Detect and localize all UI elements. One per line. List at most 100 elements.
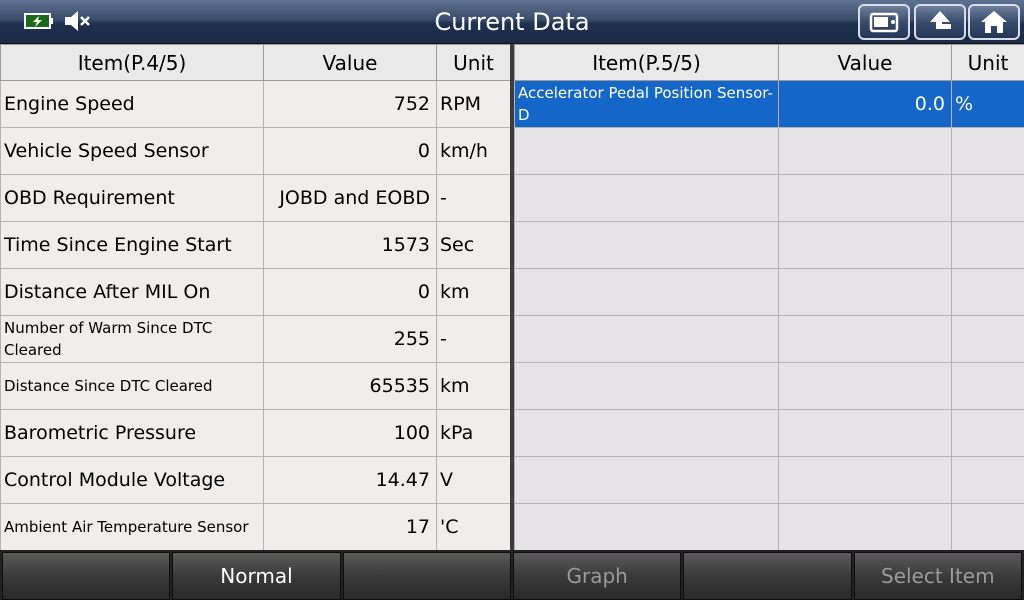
row-unit: - — [436, 315, 511, 363]
bottom-toolbar: Normal Graph Select Item — [0, 550, 1024, 600]
row-unit: km — [436, 362, 511, 410]
empty-cell — [951, 127, 1024, 175]
row-item: OBD Requirement — [0, 174, 264, 222]
row-unit: kPa — [436, 409, 511, 457]
empty-cell — [778, 268, 952, 316]
empty-cell — [514, 221, 779, 269]
row-unit: % — [951, 80, 1024, 128]
empty-cell — [514, 409, 779, 457]
right-table-header: Item(P.5/5) Value Unit — [514, 44, 1024, 81]
row-item: Engine Speed — [0, 80, 264, 128]
left-table-header: Item(P.4/5) Value Unit — [0, 44, 511, 81]
up-arrow-icon — [930, 11, 951, 29]
row-value: 65535 — [263, 362, 437, 410]
right-data-panel: Item(P.5/5) Value Unit Accelerator Pedal… — [514, 44, 1024, 551]
table-row[interactable]: Distance After MIL On 0 km — [0, 268, 511, 316]
empty-cell — [778, 362, 952, 410]
column-header-unit: Unit — [436, 44, 511, 81]
empty-cell — [778, 221, 952, 269]
row-value: 1573 — [263, 221, 437, 269]
row-value: 17 — [263, 503, 437, 551]
toolbar-button-3[interactable] — [342, 552, 511, 600]
empty-row — [514, 362, 1024, 410]
row-value: 255 — [263, 315, 437, 363]
empty-cell — [778, 174, 952, 222]
home-button[interactable] — [968, 4, 1020, 40]
empty-cell — [951, 456, 1024, 504]
graph-button[interactable]: Graph — [512, 552, 682, 600]
table-row[interactable]: Control Module Voltage 14.47 V — [0, 456, 511, 504]
column-header-unit: Unit — [951, 44, 1024, 81]
table-row-selected[interactable]: Accelerator Pedal Position Sensor-D 0.0 … — [514, 80, 1024, 128]
toolbar-button-5[interactable] — [683, 552, 852, 600]
empty-cell — [514, 174, 779, 222]
row-value: 14.47 — [263, 456, 437, 504]
screenshot-button[interactable] — [858, 4, 910, 40]
table-row[interactable]: Vehicle Speed Sensor 0 km/h — [0, 127, 511, 175]
header-bar: Current Data — [0, 0, 1024, 44]
empty-cell — [951, 315, 1024, 363]
row-item: Control Module Voltage — [0, 456, 264, 504]
column-header-item: Item(P.5/5) — [514, 44, 779, 81]
table-row[interactable]: OBD Requirement JOBD and EOBD - — [0, 174, 511, 222]
row-item: Time Since Engine Start — [0, 221, 264, 269]
empty-row — [514, 503, 1024, 551]
empty-cell — [778, 315, 952, 363]
select-item-button[interactable]: Select Item — [853, 552, 1022, 600]
row-unit: km — [436, 268, 511, 316]
table-row[interactable]: Time Since Engine Start 1573 Sec — [0, 221, 511, 269]
column-header-value: Value — [263, 44, 437, 81]
table-row[interactable]: Engine Speed 752 RPM — [0, 80, 511, 128]
empty-row — [514, 221, 1024, 269]
table-row[interactable]: Ambient Air Temperature Sensor 17 'C — [0, 503, 511, 551]
home-icon — [981, 11, 1007, 33]
row-unit: V — [436, 456, 511, 504]
row-unit: Sec — [436, 221, 511, 269]
row-unit: RPM — [436, 80, 511, 128]
empty-cell — [951, 221, 1024, 269]
back-button[interactable] — [914, 4, 966, 40]
empty-cell — [951, 268, 1024, 316]
empty-cell — [514, 503, 779, 551]
empty-cell — [514, 456, 779, 504]
empty-row — [514, 315, 1024, 363]
empty-row — [514, 409, 1024, 457]
row-item: Distance After MIL On — [0, 268, 264, 316]
empty-cell — [514, 127, 779, 175]
row-value: 0 — [263, 268, 437, 316]
empty-cell — [778, 503, 952, 551]
left-data-table: Item(P.4/5) Value Unit Engine Speed 752 … — [0, 44, 511, 551]
camera-icon — [869, 12, 899, 33]
empty-row — [514, 456, 1024, 504]
row-item: Distance Since DTC Cleared — [0, 362, 264, 410]
row-item: Vehicle Speed Sensor — [0, 127, 264, 175]
row-unit: 'C — [436, 503, 511, 551]
row-item: Accelerator Pedal Position Sensor-D — [514, 80, 779, 128]
table-row[interactable]: Distance Since DTC Cleared 65535 km — [0, 362, 511, 410]
left-data-panel: Item(P.4/5) Value Unit Engine Speed 752 … — [0, 44, 511, 551]
right-data-table: Item(P.5/5) Value Unit Accelerator Pedal… — [514, 44, 1024, 551]
row-value: 100 — [263, 409, 437, 457]
row-value: 752 — [263, 80, 437, 128]
row-item: Barometric Pressure — [0, 409, 264, 457]
normal-button[interactable]: Normal — [172, 552, 341, 600]
row-value: 0.0 — [778, 80, 952, 128]
row-unit: km/h — [436, 127, 511, 175]
table-row[interactable]: Barometric Pressure 100 kPa — [0, 409, 511, 457]
row-value: 0 — [263, 127, 437, 175]
row-item: Ambient Air Temperature Sensor — [0, 503, 264, 551]
empty-row — [514, 127, 1024, 175]
empty-cell — [951, 174, 1024, 222]
row-unit: - — [436, 174, 511, 222]
toolbar-button-1[interactable] — [2, 552, 171, 600]
empty-row — [514, 174, 1024, 222]
row-value: JOBD and EOBD — [263, 174, 437, 222]
empty-cell — [778, 456, 952, 504]
column-header-item: Item(P.4/5) — [0, 44, 264, 81]
empty-cell — [778, 127, 952, 175]
table-row[interactable]: Number of Warm Since DTC Cleared 255 - — [0, 315, 511, 363]
empty-cell — [951, 503, 1024, 551]
empty-cell — [514, 362, 779, 410]
row-item: Number of Warm Since DTC Cleared — [0, 315, 264, 363]
empty-row — [514, 268, 1024, 316]
